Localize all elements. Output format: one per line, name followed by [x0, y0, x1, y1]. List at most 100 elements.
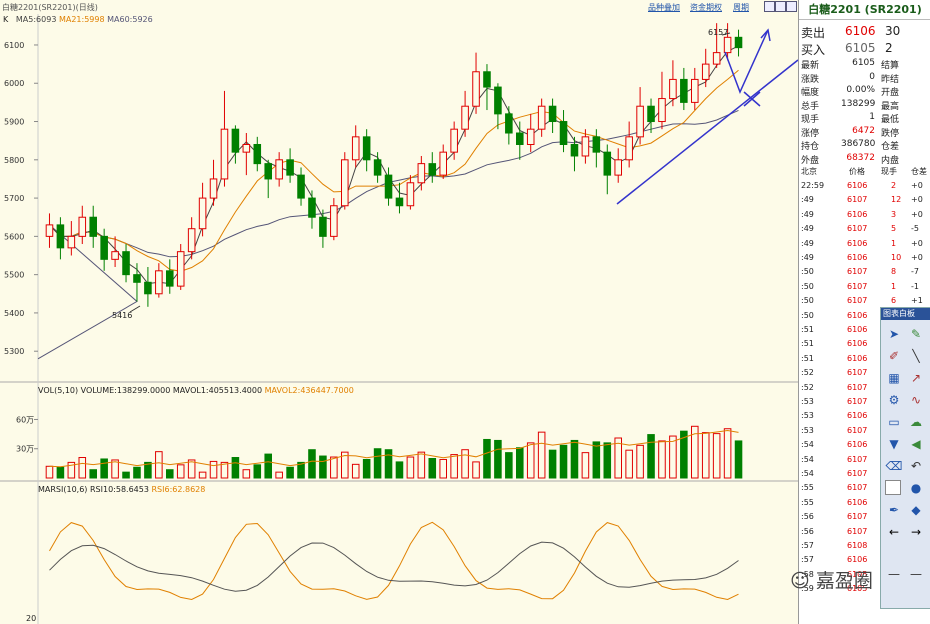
tick-price: 6107	[847, 483, 868, 493]
minimize-button[interactable]	[764, 1, 775, 12]
tick-price: 6106	[847, 411, 868, 421]
arrow-left-icon[interactable]: ←	[885, 524, 903, 540]
tick-oi: +0	[911, 238, 923, 248]
volume-bar	[505, 452, 513, 479]
marker-icon[interactable]: ✒	[885, 502, 903, 518]
volume-bar	[133, 466, 141, 479]
gear-icon[interactable]: ⚙	[885, 392, 903, 408]
candle-body	[680, 78, 688, 103]
ray-icon[interactable]: ↗	[907, 370, 925, 386]
candle-body	[614, 159, 622, 176]
close-button[interactable]	[786, 1, 797, 12]
candle-body	[45, 224, 54, 237]
square-icon[interactable]	[885, 480, 901, 495]
brush-icon[interactable]: ✐	[885, 348, 903, 364]
chart-icon[interactable]: ▦	[885, 370, 903, 386]
volume-bar	[428, 457, 437, 479]
tick-time: :50	[801, 296, 814, 306]
tick-time: :53	[801, 397, 814, 406]
tick-time: :54	[801, 440, 814, 450]
candle-body	[712, 52, 721, 65]
candle-body	[494, 86, 502, 115]
tick-time: :50	[801, 310, 814, 320]
candle-body	[231, 128, 240, 153]
restore-button[interactable]	[775, 1, 786, 12]
rsi-legend: MARSI(10,6) RSI10:58.6453 RSI6:62.8628	[38, 485, 205, 494]
volume-bar	[570, 439, 579, 479]
back-icon[interactable]: ◀	[907, 436, 925, 452]
volume-bar	[56, 466, 65, 479]
link-options[interactable]: 资金期权	[690, 2, 722, 13]
volume-bar	[253, 464, 262, 479]
tick-row: :49 6106 3 +0	[799, 210, 930, 224]
elephant-icon[interactable]: ●	[907, 480, 925, 496]
volume-bar	[351, 463, 360, 479]
volume-bar	[286, 466, 294, 479]
tick-header-city: 北京	[801, 167, 817, 176]
volume-bar	[734, 440, 743, 479]
volume-bar	[155, 451, 163, 479]
chart-area[interactable]: 5300 5400 5500 5600 5700 5800 5900 6000 6100 30万 6…	[0, 0, 798, 624]
line-icon[interactable]: ╲	[907, 348, 925, 364]
shape-icon[interactable]: ◆	[907, 502, 925, 518]
link-overlay[interactable]: 品种叠加	[648, 2, 680, 13]
stat-value: 68372	[846, 152, 875, 163]
candle-body	[625, 136, 633, 161]
arrow-right-icon[interactable]: →	[907, 524, 925, 540]
volume-bar	[45, 465, 54, 479]
candle-body	[373, 159, 382, 176]
drawing-toolbar[interactable]: 图表白板 ➤ ✎ ✐ ╲ ▦ ↗ ⚙ ∿ ▭ ☁ ▼ ◀ ⌫ ↶ ● ✒ ◆ ←…	[880, 307, 930, 609]
tick-price: 6107	[847, 382, 868, 392]
y-tick-label: 5600	[4, 232, 24, 241]
volume-bar	[187, 459, 196, 479]
rsi10-line	[49, 541, 739, 592]
candle-body	[362, 136, 371, 161]
wave-icon[interactable]: ∿	[907, 392, 925, 408]
volume-bar	[701, 432, 710, 479]
k-label: K	[3, 15, 9, 24]
volume-bar	[712, 433, 721, 479]
candle-body	[570, 143, 579, 157]
expand-icon[interactable]: —	[907, 566, 925, 582]
chart-topbar: 白糖2201(SR2201)(日线) 品种叠加 资金期权 周期	[0, 0, 798, 14]
pointer-icon[interactable]: ➤	[885, 326, 903, 342]
volume-bar	[209, 460, 218, 479]
stat-label-2: 跌停	[881, 128, 900, 139]
vol-tick-label: 60万	[16, 415, 34, 424]
candle-body	[461, 105, 469, 130]
cup-icon[interactable]: ▼	[885, 436, 903, 452]
collapse-icon[interactable]: —	[885, 566, 903, 582]
undo-icon[interactable]: ↶	[907, 458, 925, 474]
cloud-icon[interactable]: ☁	[907, 414, 925, 430]
link-period[interactable]: 周期	[733, 2, 749, 13]
tick-time: :53	[801, 425, 814, 435]
candle-body	[198, 197, 207, 230]
pen-icon[interactable]: ✎	[907, 326, 925, 342]
volume-bar	[111, 459, 119, 479]
y-tick-label: 5400	[4, 309, 24, 318]
ma21-label: MA21:5998	[58, 15, 105, 24]
rect-icon[interactable]: ▭	[885, 414, 903, 430]
stat-label-2: 昨结	[881, 74, 900, 85]
tick-time: :57	[801, 555, 814, 565]
tick-time: :52	[801, 382, 814, 392]
tick-qty: 12	[891, 195, 902, 205]
volume-bar	[494, 439, 502, 479]
candle-body	[351, 136, 360, 161]
stat-label-2: 内盘	[881, 155, 900, 166]
chart-symbol: 白糖2201(SR2201)(日线)	[2, 3, 98, 12]
volume-bar	[592, 441, 601, 479]
candle-body	[89, 216, 97, 237]
volume-bar	[581, 452, 590, 479]
volume-bar	[472, 461, 480, 479]
stat-label: 持仓	[801, 142, 820, 152]
candle-body	[176, 251, 185, 287]
candle-body	[100, 235, 108, 260]
volume-bar	[669, 435, 677, 479]
tick-time: :56	[801, 526, 814, 536]
ask-volume: 30	[885, 24, 901, 38]
tick-row: :50 6107 1 -1	[799, 282, 930, 296]
tick-price: 6106	[847, 497, 868, 507]
y-tick-label: 5300	[4, 347, 24, 356]
erase-icon[interactable]: ⌫	[885, 458, 903, 474]
